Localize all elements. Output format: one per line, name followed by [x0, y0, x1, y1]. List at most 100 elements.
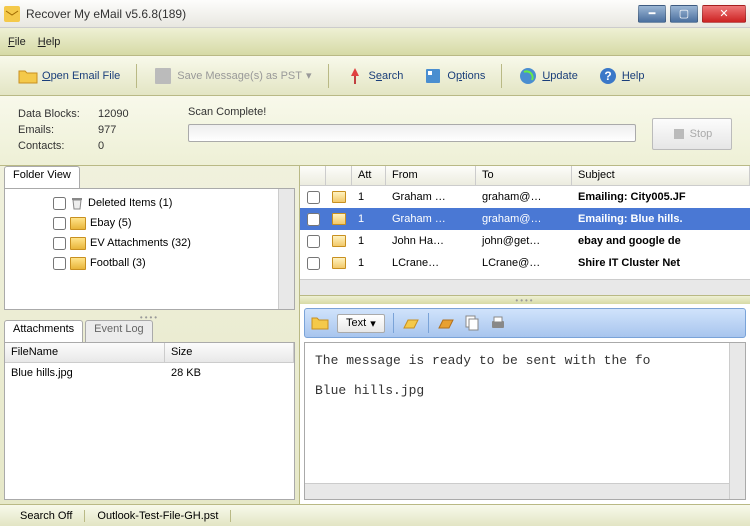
folder-open-icon [18, 66, 38, 86]
msg-subject: Emailing: City005.JF [572, 191, 750, 203]
attachment-size: 28 KB [171, 367, 201, 385]
maximize-button[interactable]: ▢ [670, 5, 698, 23]
tree-checkbox[interactable] [53, 197, 66, 210]
attachments-panel: FileName Size Blue hills.jpg28 KB [4, 342, 295, 500]
tree-checkbox[interactable] [53, 237, 66, 250]
search-icon [345, 66, 365, 86]
msg-subject: ebay and google de [572, 235, 750, 247]
tree-item[interactable]: EV Attachments (32) [9, 233, 290, 253]
message-row[interactable]: 1Graham …graham@…Emailing: Blue hills. [300, 208, 750, 230]
folder-icon[interactable] [311, 314, 329, 332]
update-button[interactable]: Update [510, 62, 585, 90]
message-row[interactable]: 1Graham …graham@…Emailing: City005.JF [300, 186, 750, 208]
tree-label: EV Attachments (32) [90, 237, 191, 249]
folder-icon [70, 217, 86, 230]
msg-att: 1 [352, 213, 386, 225]
message-row[interactable]: 1John Ha…john@get…ebay and google de [300, 230, 750, 252]
msg-from: Graham … [386, 213, 476, 225]
datablocks-label: Data Blocks: [18, 106, 98, 122]
emails-label: Emails: [18, 122, 98, 138]
col-filename[interactable]: FileName [5, 343, 165, 362]
copy-icon[interactable] [463, 314, 481, 332]
progress-bar [188, 124, 636, 142]
msg-checkbox[interactable] [307, 213, 320, 226]
message-list-header: Att From To Subject [300, 166, 750, 186]
preview-scrollbar-vertical[interactable] [729, 343, 745, 499]
tree-label: Ebay (5) [90, 217, 132, 229]
envelope-icon [332, 235, 346, 247]
menubar: File Help [0, 28, 750, 56]
scrollbar-horizontal[interactable] [300, 279, 750, 295]
tree-item[interactable]: Deleted Items (1) [9, 193, 290, 213]
status-file: Outlook-Test-File-GH.pst [85, 510, 231, 522]
options-icon [423, 66, 443, 86]
msg-to: LCrane@… [476, 257, 572, 269]
toolbar: Open Email File Save Message(s) as PST ▾… [0, 56, 750, 96]
menu-help[interactable]: Help [38, 36, 61, 48]
close-button[interactable]: ✕ [702, 5, 746, 23]
msg-from: LCrane… [386, 257, 476, 269]
col-from[interactable]: From [386, 166, 476, 185]
options-button[interactable]: Options [415, 62, 493, 90]
folder-tree[interactable]: Deleted Items (1) Ebay (5) EV Attachments … [4, 188, 295, 310]
help-icon: ? [598, 66, 618, 86]
tree-item[interactable]: Ebay (5) [9, 213, 290, 233]
tab-folder-view[interactable]: Folder View [4, 166, 80, 188]
message-list[interactable]: 1Graham …graham@…Emailing: City005.JF1Gr… [300, 186, 750, 296]
tree-label: Football (3) [90, 257, 146, 269]
minimize-button[interactable]: ━ [638, 5, 666, 23]
emails-value: 977 [98, 122, 116, 138]
titlebar: Recover My eMail v5.6.8(189) ━ ▢ ✕ [0, 0, 750, 28]
envelope-icon [332, 213, 346, 225]
stats-row: Data Blocks:12090 Emails:977 Contacts:0 … [0, 96, 750, 166]
stats-block: Data Blocks:12090 Emails:977 Contacts:0 [18, 106, 188, 155]
reply-icon[interactable] [437, 314, 455, 332]
msg-from: John Ha… [386, 235, 476, 247]
app-icon [4, 6, 20, 22]
save-icon [153, 66, 173, 86]
scan-status: Scan Complete! [188, 106, 636, 118]
print-icon[interactable] [489, 314, 507, 332]
statusbar: Search Off Outlook-Test-File-GH.pst [0, 504, 750, 526]
open-email-file-button[interactable]: Open Email File [10, 62, 128, 90]
attachment-filename: Blue hills.jpg [11, 367, 171, 385]
help-button[interactable]: ? Help [590, 62, 653, 90]
text-mode-button[interactable]: Text ▾ [337, 314, 385, 333]
msg-to: graham@… [476, 213, 572, 225]
tab-attachments[interactable]: Attachments [4, 320, 83, 342]
col-att[interactable]: Att [352, 166, 386, 185]
message-row[interactable]: 1LCrane…LCrane@…Shire IT Cluster Net [300, 252, 750, 274]
message-preview[interactable]: The message is ready to be sent with the… [304, 342, 746, 500]
stop-icon [672, 127, 686, 141]
preview-toolbar: Text ▾ [304, 308, 746, 338]
folder-icon [70, 257, 86, 270]
col-subject[interactable]: Subject [572, 166, 750, 185]
svg-text:?: ? [604, 69, 611, 83]
attachment-row[interactable]: Blue hills.jpg28 KB [11, 367, 288, 385]
splitter-preview[interactable]: •••• [300, 296, 750, 304]
msg-checkbox[interactable] [307, 191, 320, 204]
tree-checkbox[interactable] [53, 217, 66, 230]
scrollbar-vertical[interactable] [278, 189, 294, 309]
msg-checkbox[interactable] [307, 235, 320, 248]
open-icon[interactable] [402, 314, 420, 332]
tree-item[interactable]: Football (3) [9, 253, 290, 273]
msg-to: john@get… [476, 235, 572, 247]
msg-checkbox[interactable] [307, 257, 320, 270]
chevron-down-icon: ▾ [370, 317, 376, 330]
tab-event-log[interactable]: Event Log [85, 320, 153, 342]
tree-checkbox[interactable] [53, 257, 66, 270]
col-size[interactable]: Size [165, 343, 294, 362]
folder-icon [70, 237, 86, 250]
preview-scrollbar-horizontal[interactable] [305, 483, 729, 499]
dropdown-arrow-icon: ▾ [306, 69, 312, 82]
menu-file[interactable]: File [8, 36, 26, 48]
contacts-value: 0 [98, 138, 104, 154]
window-title: Recover My eMail v5.6.8(189) [26, 7, 638, 21]
search-button[interactable]: Search [337, 62, 412, 90]
msg-from: Graham … [386, 191, 476, 203]
col-to[interactable]: To [476, 166, 572, 185]
datablocks-value: 12090 [98, 106, 129, 122]
envelope-icon [332, 257, 346, 269]
status-search: Search Off [8, 510, 85, 522]
